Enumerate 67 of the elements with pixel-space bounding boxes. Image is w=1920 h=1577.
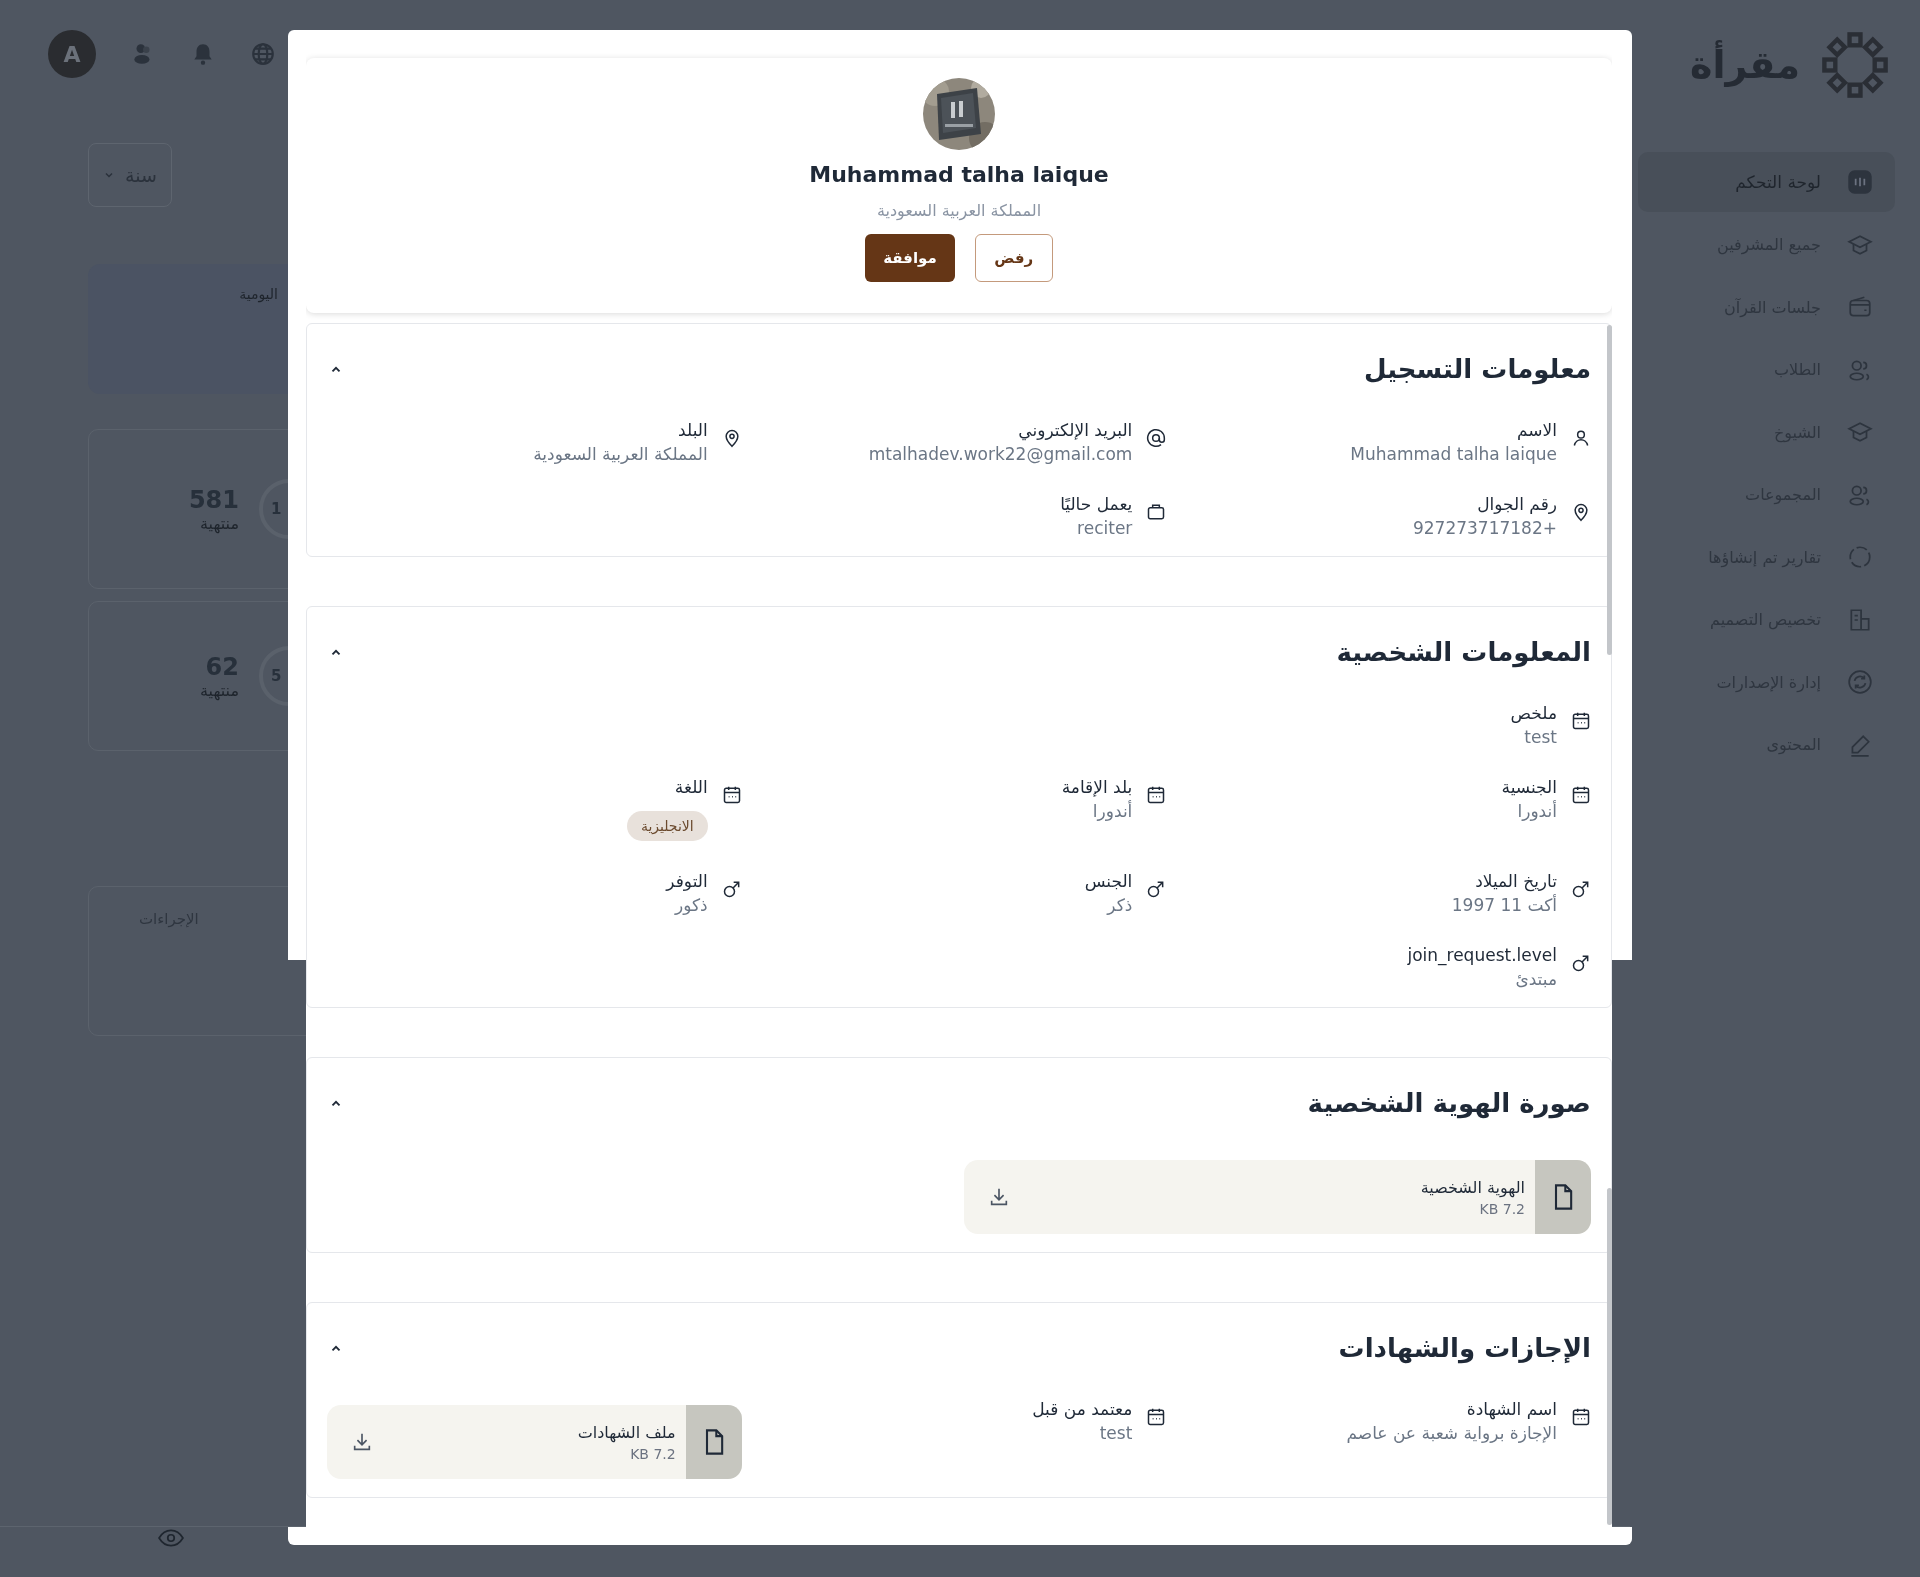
- refresh-icon: [1847, 669, 1873, 695]
- field-label: يعمل حاليًا: [1060, 494, 1133, 514]
- field-label: التوفر: [666, 871, 708, 891]
- field-value: Muhammad talha laique: [1350, 444, 1557, 464]
- field-label: الجنسية: [1501, 777, 1557, 797]
- field-label: اللغة: [674, 777, 708, 797]
- applicant-country: المملكة العربية السعودية: [876, 201, 1042, 220]
- calendar-icon: [1146, 1407, 1167, 1427]
- field-label: ملخص: [1510, 703, 1557, 723]
- field-value: ذكر: [1107, 895, 1133, 915]
- field-label: البلد: [678, 420, 708, 440]
- logo-icon: [1820, 30, 1890, 100]
- download-icon[interactable]: [351, 1431, 373, 1453]
- file-size: 7.2 KB: [1479, 1200, 1525, 1217]
- dashed-circle-icon: [1847, 544, 1873, 570]
- field-value: mtalhadev.work22@gmail.com: [868, 444, 1133, 464]
- field-label: معتمد من قبل: [1032, 1399, 1133, 1419]
- male-symbol-icon: [721, 879, 742, 899]
- briefcase-icon: [1146, 502, 1167, 522]
- field-value: مبتدئ: [1515, 969, 1557, 989]
- field-value: المملكة العربية السعودية: [533, 444, 708, 464]
- download-icon[interactable]: [988, 1186, 1010, 1208]
- calendar-icon: [1571, 1407, 1591, 1427]
- reject-button[interactable]: رفض: [974, 234, 1053, 282]
- location-pin-icon: [1571, 502, 1591, 522]
- layout-icon: [1847, 606, 1873, 633]
- scrollbar-thumb[interactable]: [1607, 325, 1612, 655]
- card-title: اليومية: [239, 286, 278, 305]
- scrollbar-thumb[interactable]: [1607, 1188, 1612, 1525]
- field-value: test: [1524, 727, 1557, 747]
- field-label: رقم الجوال: [1477, 494, 1557, 514]
- dashboard-icon: [1847, 169, 1873, 195]
- calendar-icon: [1146, 785, 1167, 805]
- male-symbol-icon: [1571, 953, 1591, 973]
- field-value: +927273717182: [1412, 518, 1557, 538]
- user-avatar[interactable]: A: [48, 30, 96, 78]
- wallet-icon: [1847, 294, 1873, 320]
- male-symbol-icon: [1571, 879, 1591, 899]
- section-title: المعلومات الشخصية: [1336, 637, 1591, 667]
- at-sign-icon: [1146, 428, 1167, 448]
- field-label: الجنس: [1084, 871, 1133, 891]
- field-label: الاسم: [1517, 420, 1557, 440]
- user-icon: [1571, 428, 1591, 448]
- field-value: ذكور: [675, 895, 708, 915]
- field-label: البريد الإلكتروني: [1018, 420, 1133, 440]
- field-value: reciter: [1077, 518, 1133, 538]
- field-label: join_request.level: [1407, 945, 1557, 965]
- field-value: الإجازة برواية شعبة عن عاصم: [1346, 1423, 1557, 1443]
- applicant-name: Muhammad talha laique: [809, 162, 1109, 187]
- calendar-icon: [1571, 785, 1591, 805]
- section-title: معلومات التسجيل: [1363, 354, 1591, 384]
- field-value: أندورا: [1517, 801, 1557, 821]
- calendar-icon: [721, 785, 742, 805]
- section-title: الإجازات والشهادات: [1338, 1333, 1591, 1363]
- language-tag: الانجليزية: [626, 811, 708, 841]
- field-label: تاريخ الميلاد: [1475, 871, 1557, 891]
- file-name: الهوية الشخصية: [1420, 1177, 1525, 1197]
- field-value: test: [1099, 1423, 1133, 1443]
- field-label: اسم الشهادة: [1466, 1399, 1557, 1419]
- approve-button[interactable]: موافقة: [865, 234, 955, 282]
- file-size: 7.2 KB: [630, 1445, 676, 1462]
- field-value: أندورا: [1092, 801, 1133, 821]
- file-name: ملف الشهادات: [577, 1422, 676, 1442]
- field-label: بلد الإقامة: [1061, 777, 1133, 797]
- field-value: أكت 11 1997: [1451, 895, 1557, 915]
- section-title: صورة الهوية الشخصية: [1307, 1088, 1591, 1118]
- calendar-icon: [1571, 711, 1591, 731]
